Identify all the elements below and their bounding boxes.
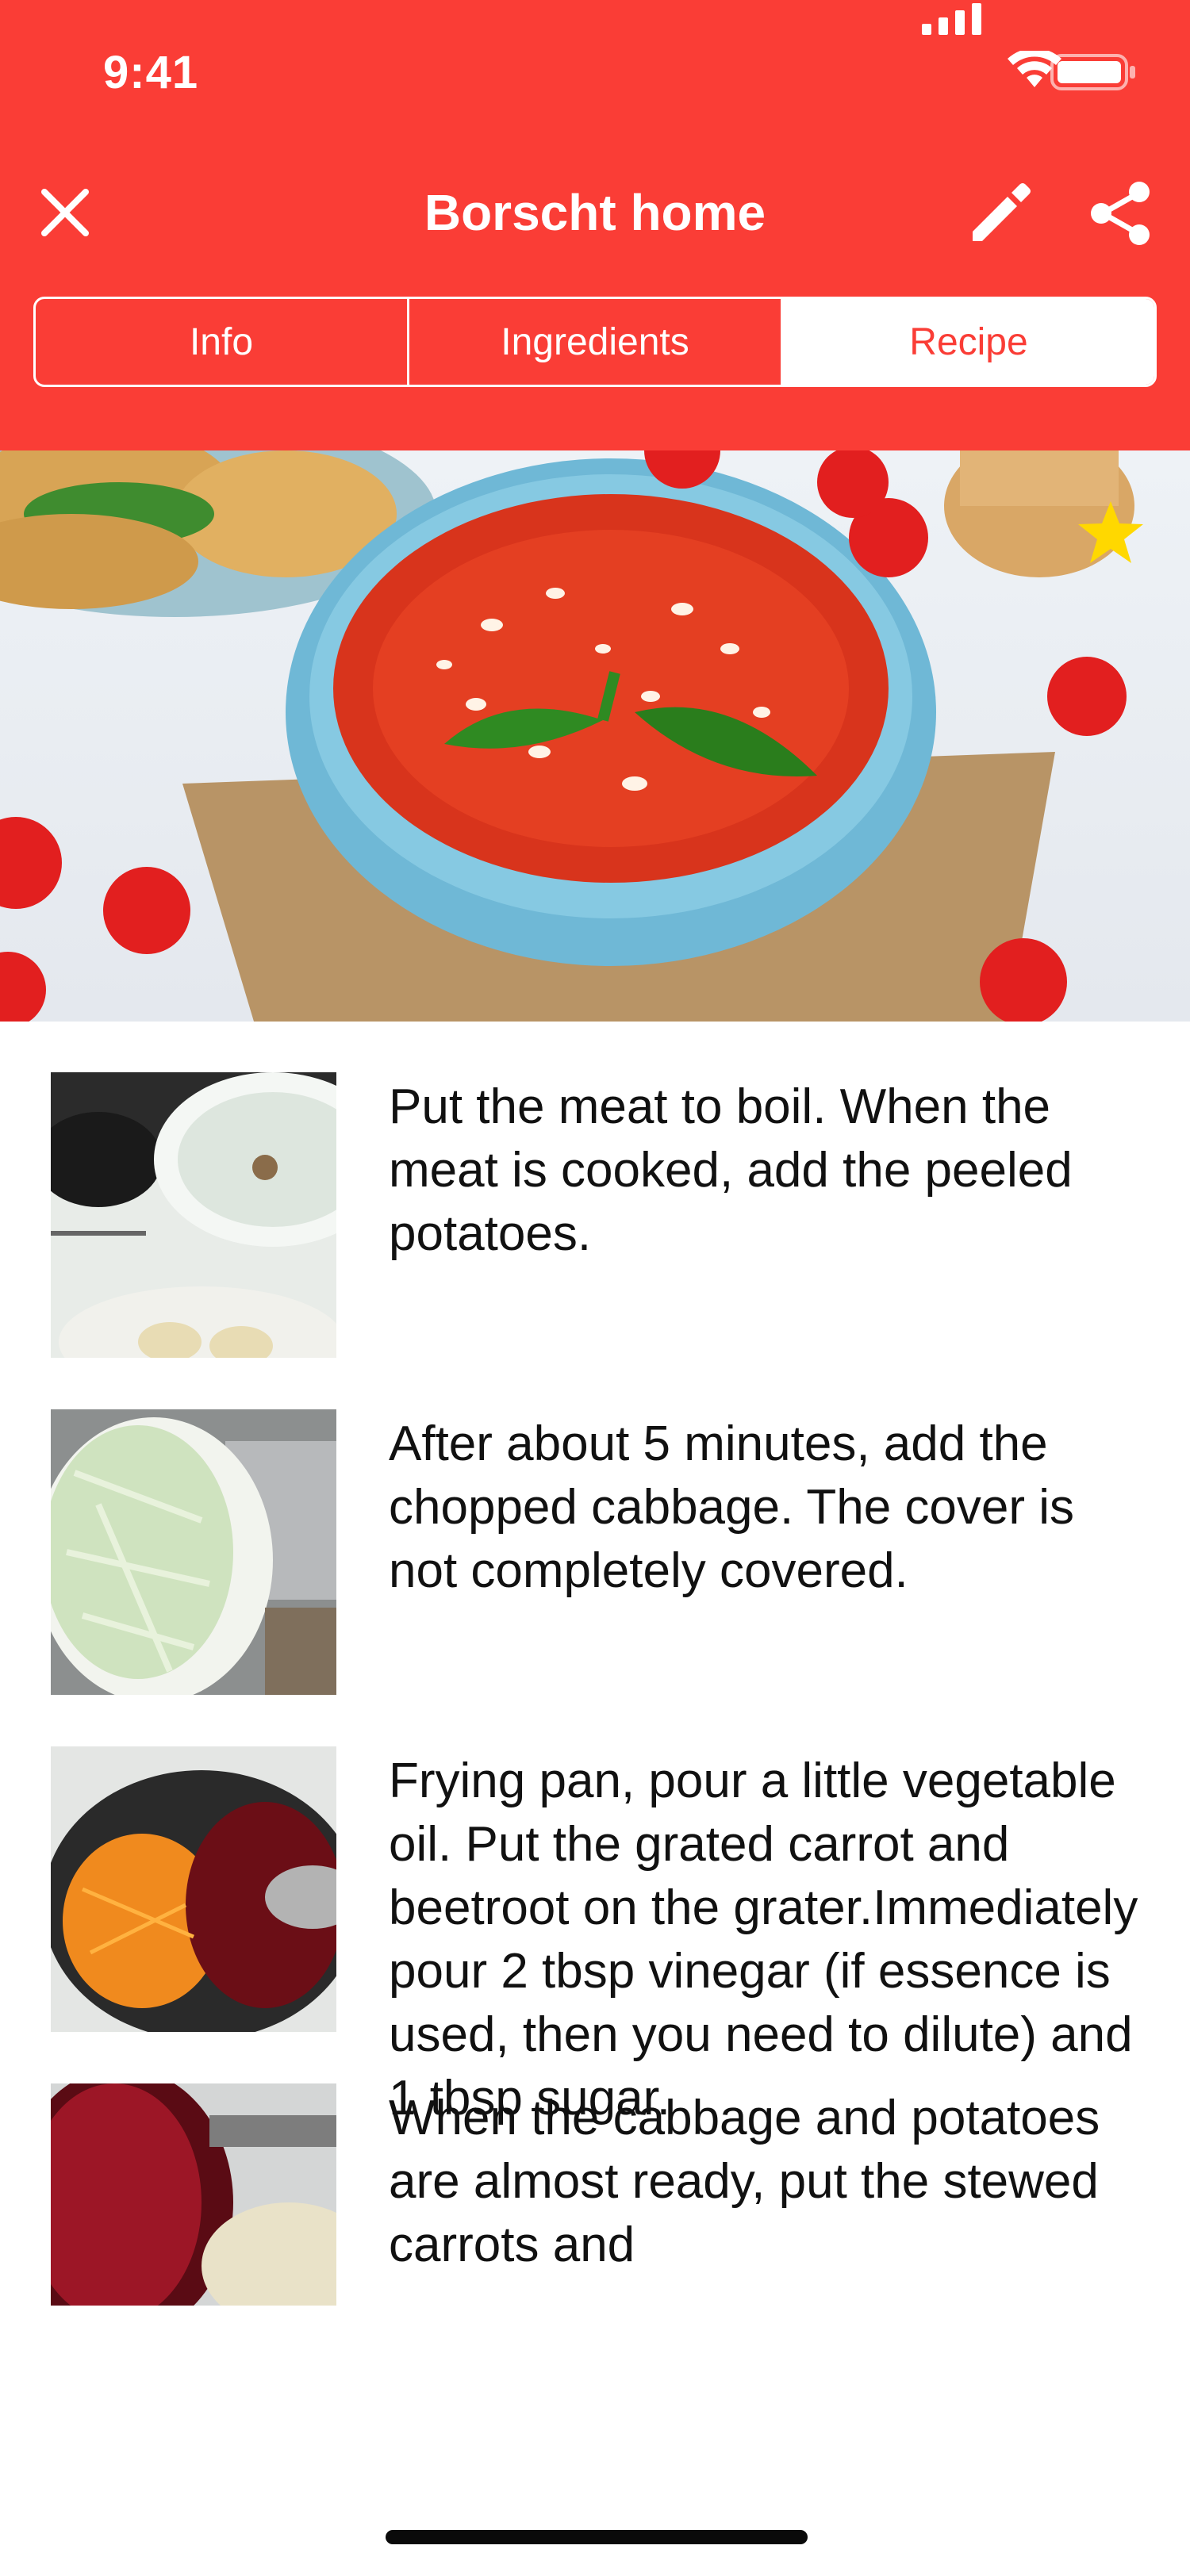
tab-recipe[interactable]: Recipe xyxy=(783,299,1154,385)
hero-photo xyxy=(0,450,1190,1022)
step-1-text: Put the meat to boil. When the meat is c… xyxy=(389,1079,1073,1261)
pencil-icon[interactable] xyxy=(966,181,1033,247)
step-2-photo xyxy=(51,1409,336,1695)
step-3-photo xyxy=(51,1746,336,2032)
status-time: 9:41 xyxy=(103,47,199,98)
header-bar: 9:41 Borscht home Info Ingredients Recip… xyxy=(0,0,1190,450)
tab-info[interactable]: Info xyxy=(36,299,409,385)
step-4-text: When the cabbage and potatoes are almost… xyxy=(389,2091,1100,2272)
battery-icon xyxy=(1050,54,1135,90)
step-4-photo xyxy=(51,2083,336,2306)
tab-bar: Info Ingredients Recipe xyxy=(33,297,1157,387)
signal-icon xyxy=(922,3,981,35)
share-icon[interactable] xyxy=(1085,178,1157,249)
tab-ingredients[interactable]: Ingredients xyxy=(409,299,783,385)
home-indicator[interactable] xyxy=(386,2530,808,2544)
soup-illustration xyxy=(0,450,1134,1022)
step-3-text: Frying pan, pour a little vegetable oil.… xyxy=(389,1754,1138,2126)
step-1-photo xyxy=(51,1072,336,1358)
step-2-text: After about 5 minutes, add the chopped c… xyxy=(389,1416,1075,1598)
star-icon[interactable] xyxy=(1076,498,1146,568)
